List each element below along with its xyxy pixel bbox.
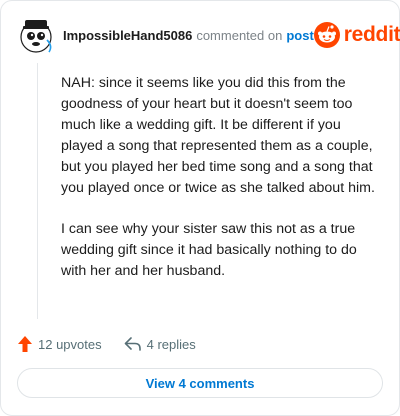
comment-header: ImpossibleHand5086 commented on post red… (17, 15, 400, 55)
arrow-up-icon (18, 336, 32, 352)
avatar[interactable] (17, 16, 55, 54)
comment-body: NAH: since it seems like you did this fr… (61, 73, 379, 302)
username[interactable]: ImpossibleHand5086 (63, 28, 192, 43)
upvote-count: 12 upvotes (38, 336, 102, 352)
reddit-wordmark: reddit (343, 23, 400, 46)
reddit-alien-icon (313, 22, 340, 48)
action-text: commented on (196, 27, 283, 43)
reddit-logo[interactable]: reddit (313, 22, 400, 48)
reply-count: 4 replies (146, 336, 196, 352)
view-comments-button[interactable]: View 4 comments (17, 368, 383, 398)
upvote-button[interactable]: 12 upvotes (17, 335, 102, 353)
replies-button[interactable]: 4 replies (124, 336, 196, 352)
comment-paragraph: I can see why your sister saw this not a… (61, 221, 357, 279)
comment-card: ImpossibleHand5086 commented on post red… (0, 0, 400, 416)
thread-line (37, 63, 38, 319)
reply-arrow-icon (124, 337, 141, 351)
comment-paragraph: NAH: since it seems like you did this fr… (61, 75, 375, 196)
post-link[interactable]: post (286, 28, 313, 43)
action-bar: 12 upvotes 4 replies (17, 333, 196, 355)
